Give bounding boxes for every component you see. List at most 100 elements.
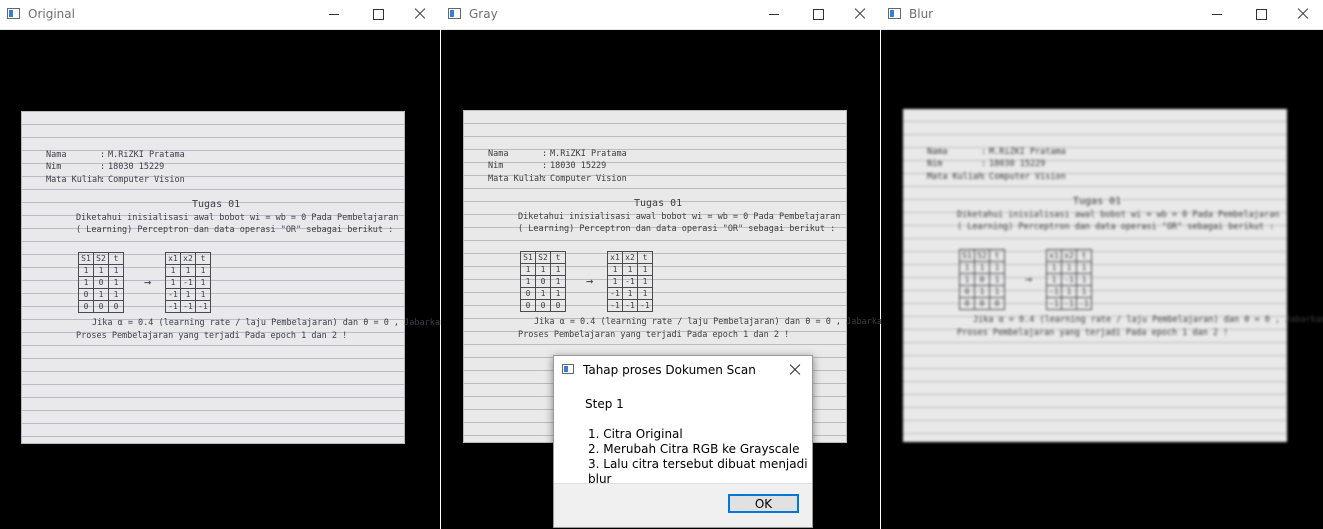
header-label: Nama <box>46 150 67 160</box>
header-separator: : <box>542 161 548 171</box>
table-row: 000 <box>520 299 566 312</box>
table-cell: 0 <box>959 285 975 298</box>
dialog-steps-list: 1. Citra Original 2. Merubah Citra RGB k… <box>588 427 812 487</box>
handwritten-table: S1 S2 t 1 1 1 1 0 1 0 1 1 0 0 0 <box>959 249 1005 310</box>
dialog-step-label: Step 1 <box>585 397 624 411</box>
titlebar-original[interactable]: Original <box>0 0 440 30</box>
table-cell: 0 <box>989 297 1005 310</box>
header-label: Nim <box>46 162 62 172</box>
table-header-cell: t <box>989 249 1005 262</box>
table-cell: 0 <box>108 300 124 313</box>
header-value: 18030 15229 <box>989 159 1046 169</box>
document-image-original: Nama: M.RiZKI Pratama Nim:18030 15229 Mata … <box>21 111 445 444</box>
header-value: 18030 15229 <box>550 161 607 171</box>
table-cell: 1 <box>1046 261 1062 274</box>
ok-button[interactable]: OK <box>728 494 799 513</box>
table-cell: 1 <box>607 275 623 288</box>
table-cell: 1 <box>622 263 638 276</box>
table-row: S1 S2 t <box>959 249 1005 262</box>
table-cell: 1 <box>195 264 211 277</box>
arrow-icon: → <box>586 274 594 288</box>
table-row: x1 x2 t <box>607 251 653 264</box>
list-item: 2. Merubah Citra RGB ke Grayscale <box>588 442 800 456</box>
table-row: 111 <box>959 261 1005 274</box>
table-row: 111 <box>607 263 653 276</box>
dialog-title: Tahap proses Dokumen Scan <box>583 363 756 377</box>
maximize-icon[interactable] <box>1247 4 1275 24</box>
message-dialog: Tahap proses Dokumen Scan Step 1 1. Citr… <box>553 355 813 528</box>
table-cell: 0 <box>535 275 551 288</box>
table-cell: 1 <box>165 264 181 277</box>
table-cell: -1 <box>607 299 623 312</box>
close-icon[interactable] <box>1289 4 1317 24</box>
document-footer-line: Jika α = 0.4 (learning rate / laju Pembe… <box>534 317 888 327</box>
app-icon <box>562 364 574 374</box>
table-row: 011 <box>520 287 566 300</box>
titlebar-gray[interactable]: Gray <box>441 0 880 30</box>
table-cell: -1 <box>1046 297 1062 310</box>
table-cell: 0 <box>93 300 109 313</box>
table-cell: 1 <box>974 285 990 298</box>
table-cell: -1 <box>622 275 638 288</box>
table-header-cell: x1 <box>607 251 623 264</box>
header-value: 18030 15229 <box>108 162 165 172</box>
table-header-cell: x2 <box>622 251 638 264</box>
table-cell: 0 <box>93 276 109 289</box>
table-cell: 1 <box>1061 285 1077 298</box>
table-cell: 1 <box>520 275 536 288</box>
document-paragraph-line: ( Learning) Perceptron dan data operasi … <box>76 225 394 235</box>
minimize-icon[interactable] <box>1203 4 1231 24</box>
window-title: Gray <box>469 7 498 21</box>
table-cell: 1 <box>535 263 551 276</box>
table-cell: 1 <box>974 261 990 274</box>
header-value: M.RiZKI Pratama <box>550 149 627 159</box>
window-blur: Blur Nama: M.RiZKI Pratama Nim:18030 15229… <box>881 0 1323 529</box>
table-row: 101 <box>78 276 124 289</box>
table-cell: 1 <box>180 288 196 301</box>
minimize-icon[interactable] <box>320 4 348 24</box>
table-header-cell: S1 <box>959 249 975 262</box>
header-separator: : <box>981 159 987 169</box>
document-paragraph-line: ( Learning) Perceptron dan data operasi … <box>957 222 1275 232</box>
minimize-icon[interactable] <box>760 4 788 24</box>
handwritten-table: x1 x2 t 1 1 1 1 -1 1 -1 1 1 -1 -1 -1 <box>1046 249 1092 310</box>
header-separator: : <box>100 150 106 160</box>
table-cell: -1 <box>1046 285 1062 298</box>
app-icon <box>448 8 461 19</box>
close-icon[interactable] <box>846 4 874 24</box>
table-row: S1 S2 t <box>520 251 566 264</box>
header-label: Nim <box>488 161 504 171</box>
table-cell: 1 <box>989 261 1005 274</box>
table-cell: 1 <box>1076 285 1092 298</box>
handwritten-table: S1 S2 t 1 1 1 1 0 1 0 1 1 0 0 0 <box>78 252 124 313</box>
header-label: Mata Kuliah <box>488 174 545 184</box>
table-row: 111 <box>78 264 124 277</box>
table-cell: 1 <box>607 263 623 276</box>
table-header-cell: S1 <box>520 251 536 264</box>
table-cell: 1 <box>93 264 109 277</box>
dialog-titlebar[interactable]: Tahap proses Dokumen Scan <box>554 356 812 384</box>
document-title: Tugas 01 <box>192 199 241 210</box>
table-cell: 1 <box>550 263 566 276</box>
close-icon[interactable] <box>406 4 434 24</box>
header-label: Mata Kuliah <box>927 172 984 182</box>
table-row: 011 <box>78 288 124 301</box>
close-icon[interactable] <box>786 361 804 379</box>
table-cell: 1 <box>535 287 551 300</box>
maximize-icon[interactable] <box>804 4 832 24</box>
titlebar-blur[interactable]: Blur <box>881 0 1323 30</box>
table-cell: 1 <box>180 264 196 277</box>
table-header-cell: x2 <box>1061 249 1077 262</box>
dialog-footer: OK <box>554 483 812 527</box>
maximize-icon[interactable] <box>364 4 392 24</box>
table-header-cell: x2 <box>180 252 196 265</box>
header-separator: : <box>542 149 548 159</box>
table-row: -1 1 1 <box>165 288 211 301</box>
header-label: Nama <box>927 147 948 157</box>
table-cell: 0 <box>974 297 990 310</box>
table-cell: 0 <box>550 299 566 312</box>
table-header-cell: x1 <box>1046 249 1062 262</box>
table-cell: -1 <box>1076 297 1092 310</box>
table-header-cell: x1 <box>165 252 181 265</box>
app-icon <box>7 8 20 19</box>
